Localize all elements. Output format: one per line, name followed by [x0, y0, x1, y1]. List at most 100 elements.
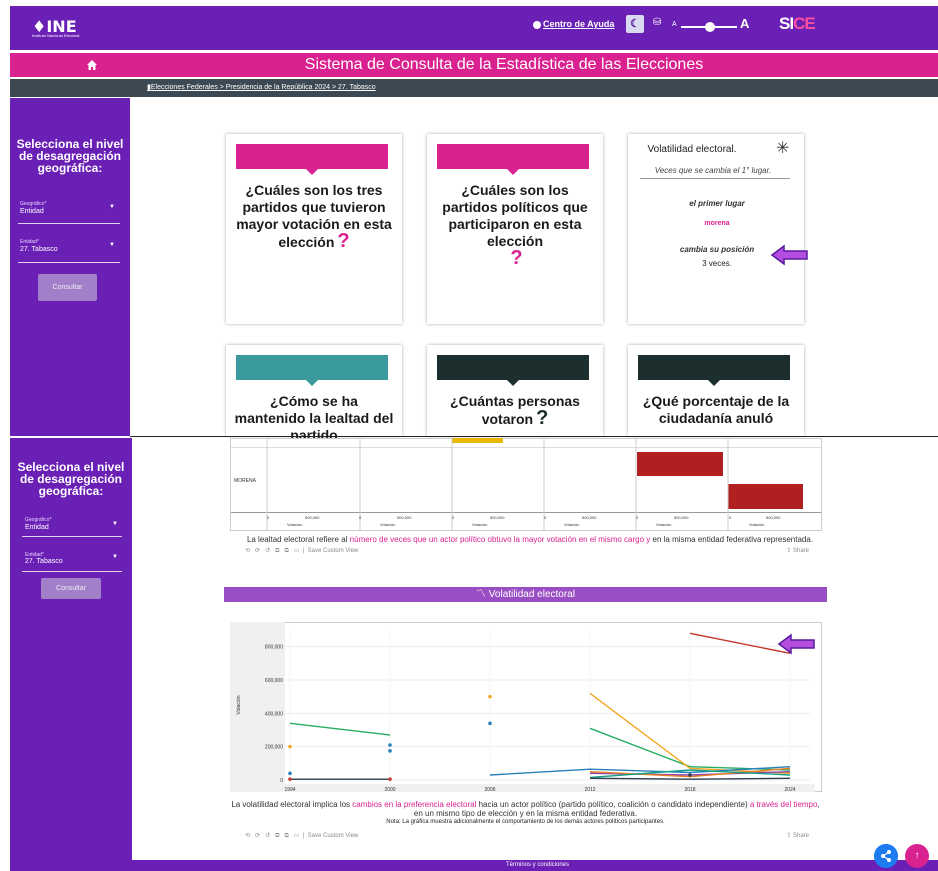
scroll-top-button[interactable]: ↑	[905, 844, 929, 868]
consult-button[interactable]: Consultar	[38, 274, 97, 301]
card-participating-parties[interactable]: ¿Cuáles son los partidos políticos que p…	[427, 134, 603, 324]
breadcrumb[interactable]: ▮Elecciones Federales > Presidencia de l…	[147, 83, 376, 91]
tick-label: 0	[544, 515, 547, 520]
logo-subtitle: Instituto Nacional Electoral	[32, 33, 80, 38]
tick-label: 0	[729, 515, 732, 520]
axis-label: Votación	[656, 522, 672, 527]
card-loyalty[interactable]: ¿Cómo se ha mantenido la lealtad del par…	[226, 345, 402, 443]
data-point	[288, 744, 292, 749]
refresh-icon[interactable]: ⧉	[275, 833, 279, 839]
data-point	[488, 721, 492, 726]
share-fab-button[interactable]	[874, 844, 898, 868]
y-tick-label: 200,000	[265, 745, 283, 751]
moon-icon: ☾	[630, 18, 640, 30]
chevron-down-icon[interactable]: ▼	[109, 242, 115, 248]
font-size-slider-thumb[interactable]	[705, 22, 715, 32]
x-tick-label: 2000	[384, 787, 395, 792]
divider	[22, 536, 122, 537]
data-point	[388, 749, 392, 753]
card-top-parties[interactable]: ¿Cuáles son los tres partidos que tuvier…	[226, 134, 402, 324]
y-tick-label: 800,000	[265, 645, 283, 651]
tick-label: 500,000	[305, 515, 320, 520]
revert-icon[interactable]: ↺	[265, 833, 270, 839]
info-icon	[533, 20, 541, 29]
pause-icon[interactable]: ⧉	[284, 548, 288, 554]
tick-label: 500,000	[397, 515, 412, 520]
arrow-up-icon: ↑	[914, 850, 920, 861]
axis-label: Votación	[472, 522, 488, 527]
entity-select[interactable]: 27. Tabasco	[20, 246, 58, 253]
card-banner	[437, 144, 589, 175]
card-volatility[interactable]	[628, 134, 804, 324]
data-point	[488, 694, 492, 699]
volatility-caption: La volatilidad electoral implica los cam…	[231, 800, 820, 818]
save-view-button[interactable]: Save Custom View	[308, 833, 359, 839]
cursor-click-icon: ✳	[776, 140, 790, 157]
sidebar-heading: Selecciona el nivel de desagregación geo…	[16, 137, 124, 175]
sidebar-heading: Selecciona el nivel de desagregación geo…	[17, 460, 125, 498]
tick-label: 500,000	[766, 515, 781, 520]
card-banner	[638, 355, 790, 386]
series-line	[689, 632, 791, 655]
sidebar	[10, 438, 132, 871]
database-icon[interactable]: ⛁	[653, 17, 661, 28]
tick-label: 0	[267, 515, 270, 520]
redo-icon[interactable]: ⟳	[255, 833, 260, 839]
card-banner	[437, 355, 589, 386]
undo-icon[interactable]: ⟲	[245, 548, 250, 554]
terms-link[interactable]: Términos y condiciones	[506, 862, 569, 868]
undo-icon[interactable]: ⟲	[245, 833, 250, 839]
dark-mode-button[interactable]: ☾	[626, 15, 644, 33]
pause-icon[interactable]: ⧉	[284, 833, 288, 839]
sice-logo: SICE	[779, 14, 816, 33]
arrow-left-icon	[771, 244, 808, 266]
chevron-down-icon[interactable]: ▼	[109, 204, 115, 210]
geo-select[interactable]: Entidad	[25, 524, 49, 531]
redo-icon[interactable]: ⟳	[255, 548, 260, 554]
revert-icon[interactable]: ↺	[265, 548, 270, 554]
axis-label: Votación	[564, 522, 580, 527]
chevron-down-icon[interactable]: ▼	[112, 521, 118, 527]
volatility-section-header: 〽 Volatilidad electoral	[224, 587, 827, 602]
card-question: ¿Qué porcentaje de la ciudadanía anuló	[642, 393, 790, 426]
volatility-card-subtitle: Veces que se cambia el 1° lugar.	[654, 166, 772, 175]
data-point	[388, 777, 392, 781]
sidebar-toggle-button[interactable]: ▸	[136, 108, 145, 119]
tick-label: 500,000	[490, 515, 505, 520]
card-voters[interactable]: ¿Cuántas personas votaron?	[427, 345, 603, 436]
viz-toolbar: ⟲ ⟳ ↺ ⧉ ⧉ ▭ | Save Custom View ⇪ Share	[245, 547, 809, 554]
data-point	[388, 743, 392, 747]
data-point	[688, 773, 692, 777]
entity-select[interactable]: 27. Tabasco	[25, 558, 63, 565]
geo-select[interactable]: Entidad	[20, 208, 44, 215]
y-axis-label: Votación	[236, 695, 242, 714]
highlight-icon[interactable]: ▭	[294, 548, 300, 554]
x-tick-label: 2006	[484, 787, 495, 792]
tick-label: 500,000	[674, 515, 689, 520]
divider	[640, 178, 790, 179]
y-tick-label: 400,000	[265, 711, 283, 717]
x-tick-label: 2018	[684, 787, 695, 792]
question-icon: ?	[536, 407, 549, 429]
page-title: Sistema de Consulta de la Estadística de…	[304, 56, 704, 73]
refresh-icon[interactable]: ⧉	[275, 548, 279, 554]
geo-label: Geográfico*	[25, 517, 52, 523]
card-annulled[interactable]: ¿Qué porcentaje de la ciudadanía anuló	[628, 345, 804, 436]
x-tick-label: 2024	[784, 787, 795, 792]
tick-label: 0	[452, 515, 455, 520]
axis-label: Votación	[380, 522, 396, 527]
footer[interactable]: Términos y condiciones	[132, 860, 938, 871]
consult-button[interactable]: Consultar	[41, 578, 101, 599]
axis-label: Votación	[287, 522, 303, 527]
highlight-icon[interactable]: ▭	[294, 833, 300, 839]
help-center-link[interactable]: Centro de Ayuda	[533, 19, 614, 29]
share-button[interactable]: ⇪ Share	[786, 547, 809, 554]
chevron-down-icon[interactable]: ▼	[112, 554, 118, 560]
arrow-left-icon	[778, 633, 815, 655]
chart-line-icon: 〽	[476, 589, 489, 600]
x-tick-label: 1994	[284, 787, 295, 792]
save-view-button[interactable]: Save Custom View	[308, 548, 359, 554]
volatility-card-title: Volatilidad electoral.	[647, 144, 737, 155]
share-button[interactable]: ⇪ Share	[786, 832, 809, 839]
geo-label: Geográfico*	[20, 201, 47, 207]
